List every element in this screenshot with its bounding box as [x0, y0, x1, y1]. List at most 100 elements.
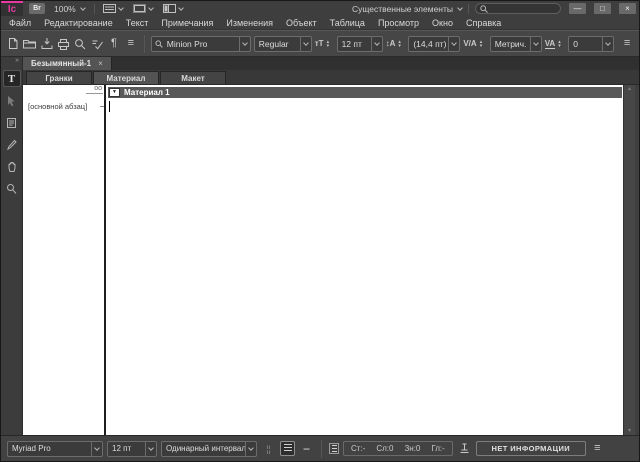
divider	[321, 439, 322, 458]
tracking-dropdown[interactable]: 0	[568, 35, 615, 52]
copyfit-counts: Ст:- Сл:0 Зн:0 Гл:-	[343, 441, 453, 456]
menubar: Файл Редактирование Текст Примечания Изм…	[1, 16, 639, 30]
statusbar-menu-button[interactable]: ≡	[590, 441, 605, 456]
minimize-button[interactable]: —	[569, 3, 586, 14]
menu-edit[interactable]: Редактирование	[44, 18, 113, 28]
tab-layout[interactable]: Макет	[160, 71, 226, 84]
position-tool[interactable]	[3, 92, 21, 109]
status-font-family-dropdown[interactable]: Myriad Pro	[7, 440, 103, 457]
chevron-down-icon	[448, 36, 459, 51]
tab-story[interactable]: Материал	[93, 71, 159, 84]
scroll-down-icon[interactable]: ▾	[628, 428, 631, 434]
menu-object[interactable]: Объект	[286, 18, 317, 28]
copyfit-update-icon	[460, 443, 469, 453]
panel-collapse-icon[interactable]: »	[15, 57, 22, 65]
maximize-button[interactable]: □	[594, 3, 611, 14]
tab-close-icon[interactable]: ×	[98, 59, 103, 68]
font-size-value: 12 пт	[341, 38, 362, 49]
position-tool-icon	[8, 95, 15, 106]
story-text-area[interactable]: ▼ Материал 1	[106, 85, 623, 435]
print-button[interactable]	[57, 35, 71, 52]
menu-window[interactable]: Окно	[432, 18, 453, 28]
view-options-dropdown[interactable]	[101, 4, 125, 13]
assignment-status-button[interactable]: НЕТ ИНФОРМАЦИИ	[475, 441, 586, 456]
menu-file[interactable]: Файл	[9, 18, 31, 28]
screen-mode-dropdown[interactable]	[131, 4, 155, 13]
kerning-stepper[interactable]: ▴ ▾	[479, 39, 487, 49]
ruler-tick	[100, 106, 104, 107]
toolbar-customize-button[interactable]: ≡	[124, 35, 138, 52]
panel-menu-button[interactable]: ≡	[620, 35, 634, 52]
arrange-documents-dropdown[interactable]	[161, 4, 185, 13]
menu-view[interactable]: Просмотр	[378, 18, 419, 28]
story-collapse-button[interactable]: ▼	[109, 88, 120, 97]
menu-notes[interactable]: Примечания	[161, 18, 213, 28]
text-cursor	[109, 101, 110, 112]
eyedropper-tool[interactable]	[3, 136, 21, 153]
overset-indicator-toggle[interactable]: ¦¦	[261, 441, 276, 456]
chevron-down-icon	[177, 4, 184, 11]
print-icon	[57, 38, 69, 50]
tracking-stepper[interactable]: ▴ ▾	[558, 39, 565, 48]
status-font-size-dropdown[interactable]: 12 пт	[107, 440, 157, 457]
app-search-input[interactable]	[491, 4, 556, 13]
line-spacing-dropdown[interactable]: Одинарный интервал	[161, 440, 257, 457]
story-header: ▼ Материал 1	[108, 87, 622, 98]
paragraph-style-column: оо [основной абзац]	[23, 85, 104, 435]
chevron-down-icon	[79, 4, 86, 11]
workspace-name: Существенные элементы	[352, 3, 453, 14]
copyfit-page-icon	[329, 443, 339, 454]
font-size-icon: тТ	[314, 39, 324, 48]
type-tool-icon: T	[7, 72, 16, 85]
line-spacing-value: Одинарный интервал	[166, 444, 245, 453]
leading-dropdown[interactable]: (14,4 пт)	[408, 35, 461, 52]
stepper-down-icon: ▾	[479, 42, 483, 49]
menu-table[interactable]: Таблица	[330, 18, 365, 28]
stepper-down-icon: ▾	[326, 42, 330, 49]
grip-handle[interactable]: ▬	[299, 441, 314, 456]
copyfit-update-button[interactable]	[457, 440, 472, 457]
leading-value: (14,4 пт)	[413, 38, 447, 49]
show-hidden-characters-button[interactable]: ¶	[107, 35, 121, 52]
menu-type[interactable]: Текст	[126, 18, 149, 28]
font-style-dropdown[interactable]: Regular	[253, 35, 312, 52]
leading-stepper[interactable]: ▴ ▾	[398, 39, 405, 48]
font-size-stepper[interactable]: ▴ ▾	[326, 39, 334, 49]
titlebar: Ic Br 100% Существенные элементы — □ ×	[1, 1, 639, 16]
new-document-button[interactable]	[6, 35, 20, 52]
menu-icon: ≡	[594, 442, 601, 454]
count-words: Сл:0	[376, 444, 394, 453]
spellcheck-icon	[92, 40, 103, 49]
scroll-up-icon[interactable]: ▴	[628, 86, 631, 92]
info-column-icon	[283, 444, 292, 453]
chevron-down-icon	[91, 441, 102, 456]
close-button[interactable]: ×	[619, 3, 636, 14]
kerning-dropdown[interactable]: Метрич.	[489, 35, 542, 52]
font-family-dropdown[interactable]: Minion Pro	[150, 35, 251, 52]
bridge-label: Br	[33, 5, 41, 12]
spellcheck-button[interactable]	[90, 35, 104, 52]
save-button[interactable]	[40, 35, 54, 52]
zoom-level-dropdown[interactable]: 100%	[51, 4, 88, 14]
note-tool[interactable]	[3, 114, 21, 131]
zoom-tool[interactable]	[3, 180, 21, 197]
app-search[interactable]	[475, 3, 561, 14]
chevron-down-icon	[117, 4, 124, 11]
bridge-button[interactable]: Br	[29, 3, 45, 14]
hand-tool[interactable]	[3, 158, 21, 175]
control-toolbar: ¶ ≡ Minion Pro Regular тТ ▴ ▾ 12 пт ↕A ▴ ▾…	[1, 30, 639, 57]
vertical-scrollbar[interactable]: ▴ ▾	[623, 85, 635, 435]
workspace-switcher[interactable]: Существенные элементы	[352, 3, 463, 14]
tab-galley[interactable]: Гранки	[26, 71, 92, 84]
menu-help[interactable]: Справка	[466, 18, 501, 28]
divider	[93, 3, 95, 14]
info-column-toggle[interactable]	[280, 441, 295, 456]
font-size-dropdown[interactable]: 12 пт	[336, 35, 383, 52]
type-tool[interactable]: T	[2, 70, 21, 87]
menu-changes[interactable]: Изменения	[226, 18, 273, 28]
find-button[interactable]	[73, 35, 87, 52]
collapse-triangle-icon: ▼	[112, 89, 117, 95]
new-document-icon	[8, 38, 18, 49]
open-button[interactable]	[23, 35, 37, 52]
document-tab[interactable]: Безымянный-1 ×	[23, 57, 112, 70]
